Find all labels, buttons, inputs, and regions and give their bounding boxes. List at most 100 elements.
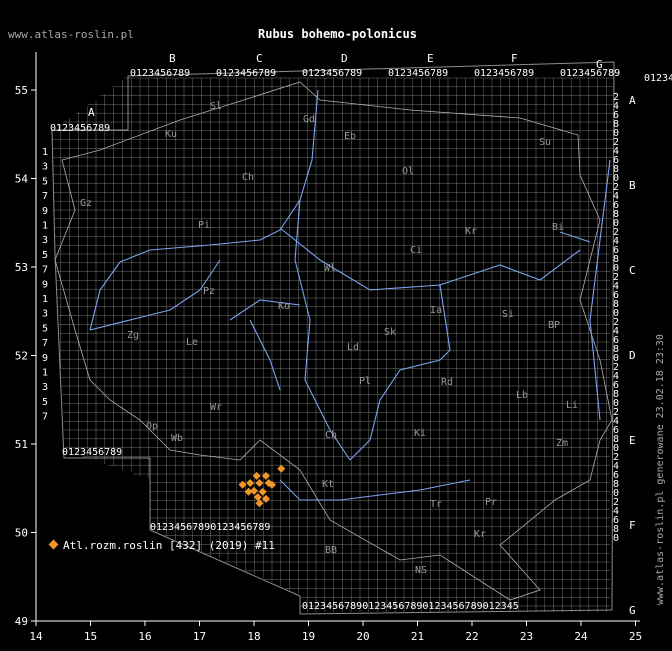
grid-digit-left: 5 xyxy=(42,397,48,408)
region-label: Pl xyxy=(359,376,371,387)
region-label: Ch xyxy=(242,172,254,183)
region-label: Eb xyxy=(344,131,356,142)
x-tick-label: 15 xyxy=(84,630,97,643)
grid-digit-left: 1 xyxy=(42,368,48,379)
rivers xyxy=(89,89,611,501)
grid-digit-left: 5 xyxy=(42,176,48,187)
x-tick-label: 23 xyxy=(520,630,533,643)
region-label: Pi xyxy=(198,220,210,231)
grid-digit-right: 0 xyxy=(613,533,619,544)
x-tick-label: 24 xyxy=(574,630,588,643)
region-label: Tr xyxy=(430,499,442,510)
grid-digit-row: 0123456789 xyxy=(302,68,362,79)
grid-digit-row: 0123456789 xyxy=(560,68,620,79)
x-tick-label: 25 xyxy=(629,630,642,643)
grid-row-letter: B xyxy=(629,179,636,192)
grid-digit-left: 3 xyxy=(42,309,48,320)
grid-digit-left: 9 xyxy=(42,206,48,217)
region-label: Ki xyxy=(414,428,426,439)
x-tick-label: 21 xyxy=(411,630,424,643)
legend: Atl.rozm.roslin [432] (2019) #11 xyxy=(48,539,275,552)
grid-digit-left: 9 xyxy=(42,279,48,290)
region-label: Li xyxy=(566,400,578,411)
grid-digit-row: 0123456789 xyxy=(50,123,110,134)
grid-digit-row: 0123456789 xyxy=(216,68,276,79)
site-link[interactable]: www.atlas-roslin.pl xyxy=(8,28,134,41)
river xyxy=(589,159,611,421)
region-label: Gd xyxy=(303,114,315,125)
occurrence-point xyxy=(277,464,286,473)
region-label: Le xyxy=(186,337,198,348)
grid-column-letter: C xyxy=(256,52,263,65)
region-label: Ko xyxy=(278,301,290,312)
grid-row-letter: C xyxy=(629,264,636,277)
grid-digit-left: 7 xyxy=(42,412,48,423)
y-tick-label: 53 xyxy=(15,261,28,274)
generation-note: www.atlas-roslin.pl generowane 23.02.18 … xyxy=(655,334,666,605)
y-tick-label: 51 xyxy=(15,438,28,451)
region-label: BB xyxy=(325,545,337,556)
region-label: Ku xyxy=(165,129,177,140)
occurrence-point xyxy=(258,487,267,496)
grid-digit-row: 0123456789 xyxy=(62,447,122,458)
region-label: Zg xyxy=(127,330,139,341)
grid-column-letter: A xyxy=(88,106,95,119)
occurrence-point xyxy=(252,471,261,480)
region-label: Wl xyxy=(324,263,336,274)
grid-row-letter: E xyxy=(629,434,636,447)
map-title: Rubus bohemo-polonicus xyxy=(258,27,417,41)
y-tick-label: 55 xyxy=(15,84,28,97)
grid-digit-row: 01234567890123456789 xyxy=(150,522,270,533)
grid-row-letter: G xyxy=(629,604,636,617)
grid-column-letter: E xyxy=(427,52,434,65)
region-label: NS xyxy=(415,565,427,576)
x-tick-label: 14 xyxy=(29,630,43,643)
region-label: Si xyxy=(502,309,514,320)
grid-digit-row: 0123456789 xyxy=(388,68,448,79)
x-tick-label: 17 xyxy=(193,630,206,643)
x-tick-label: 18 xyxy=(247,630,260,643)
grid-row-letter: A xyxy=(629,94,636,107)
x-tick-label: 22 xyxy=(465,630,478,643)
region-label: Wr xyxy=(210,402,222,413)
river xyxy=(559,231,591,243)
grid-column-letter: F xyxy=(511,52,518,65)
grid-row-letter: D xyxy=(629,349,636,362)
region-label: Wb xyxy=(171,433,183,444)
grid-digit-left: 3 xyxy=(42,162,48,173)
region-label: Kr xyxy=(465,226,477,237)
region-label: Ld xyxy=(347,342,359,353)
region-label: Ia xyxy=(430,305,442,316)
grid-digit-left: 7 xyxy=(42,191,48,202)
river xyxy=(89,259,221,331)
grid-digit-left: 7 xyxy=(42,265,48,276)
y-tick-label: 52 xyxy=(15,350,28,363)
region-label: Zm xyxy=(556,438,568,449)
region-label: Ch xyxy=(325,430,337,441)
grid-digit-left: 3 xyxy=(42,235,48,246)
grid-column-letter: D xyxy=(341,52,348,65)
grid-digit-left: 5 xyxy=(42,250,48,261)
distribution-map: AB C D E F G01234567890123456789 0123456789 012… xyxy=(15,52,672,643)
grid-column-letter: B xyxy=(169,52,176,65)
region-label: Op xyxy=(146,421,158,432)
grid-digit-row: 0123456789 xyxy=(644,73,672,84)
grid-digit-left: 7 xyxy=(42,338,48,349)
region-label: Su xyxy=(539,137,551,148)
occurrence-point xyxy=(255,478,264,487)
y-tick-label: 49 xyxy=(15,615,28,628)
y-tick-label: 54 xyxy=(15,173,29,186)
region-label: Sk xyxy=(384,327,396,338)
grid-digit-left: 1 xyxy=(42,147,48,158)
region-label: Pz xyxy=(203,286,215,297)
region-label: Sl xyxy=(210,101,222,112)
grid-row-letter: F xyxy=(629,519,636,532)
region-label: Ol xyxy=(402,166,414,177)
grid-digit-left: 9 xyxy=(42,353,48,364)
map-page: A B C D E F G 0123456789 0123456789 0123456789 012… xyxy=(0,0,672,651)
region-label: Bi xyxy=(552,222,564,233)
region-label: Lb xyxy=(516,390,528,401)
x-tick-label: 19 xyxy=(302,630,315,643)
grid-digit-row: 0123456789 xyxy=(474,68,534,79)
region-label: Kt xyxy=(322,479,334,490)
